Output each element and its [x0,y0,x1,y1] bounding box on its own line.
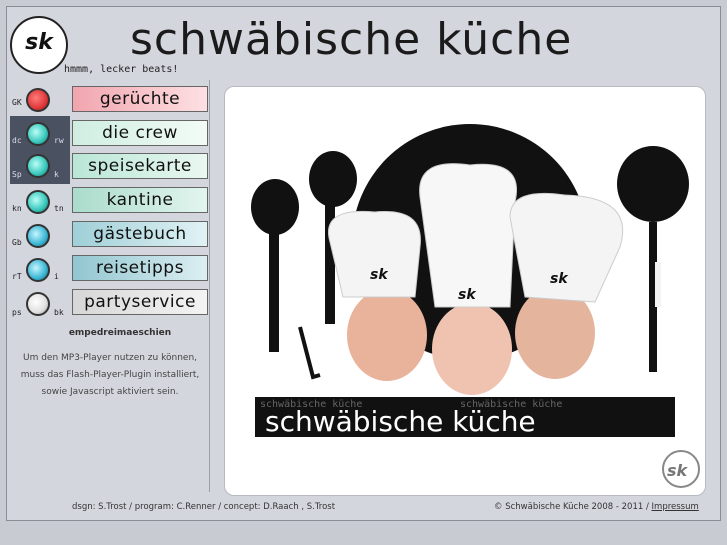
knob-label: bk [54,308,64,317]
banner-illustration: sk sk sk schwäbische küche schwäbische k… [251,124,700,488]
knob-label: GK [12,98,22,107]
knob-white[interactable] [26,292,50,316]
pan-icon [617,146,689,372]
knob-label: Sp [12,170,22,179]
knob-row-geruechte: GK [10,82,70,116]
site-logo[interactable]: sk [10,16,68,74]
player-title: empedreimaeschien [68,328,172,338]
impressum-link[interactable]: Impressum [652,502,699,512]
nav-gaestebuch[interactable]: gästebuch [72,221,208,247]
knob-row-gaestebuch: Gb [10,218,70,252]
nav-die-crew[interactable]: die crew [72,120,208,146]
nav-partyservice[interactable]: partyservice [72,289,208,315]
knob-label: ps [12,308,22,317]
nav-geruechte[interactable]: gerüchte [72,86,208,112]
knob-label: Gb [12,238,22,247]
knob-red[interactable] [26,88,50,112]
knob-label: i [54,272,59,281]
knob-teal[interactable] [26,190,50,214]
copyright-text: © Schwäbische Küche 2008 - 2011 / [494,502,649,512]
footer-credits: dsgn: S.Trost / program: C.Renner / conc… [72,502,336,512]
banner-title: schwäbische küche [265,405,536,438]
knob-label: rT [12,272,22,281]
knob-label: rw [54,136,64,145]
site-title: schwäbische küche [130,14,573,65]
knob-row-reisetipps: rT i [10,252,70,286]
tagline: hmmm, lecker beats! [64,64,179,75]
knob-label: dc [12,136,22,145]
knob-row-crew: dc rw Sp k [10,116,70,184]
chef-hat-left [328,210,421,298]
chef-face-left [347,289,427,381]
nav-speisekarte[interactable]: speisekarte [72,153,208,179]
logo-text: sk [25,30,53,55]
knob-row-kantine: kn tn [10,184,70,218]
corner-logo-text: sk [667,461,689,480]
main-banner: sk sk sk schwäbische küche schwäbische k… [224,86,706,496]
knob-teal[interactable] [26,122,50,146]
knob-teal[interactable] [26,154,50,178]
chef-face-middle [432,303,512,395]
hat-logo: sk [370,267,389,283]
knob-label: kn [12,204,22,213]
knob-blue[interactable] [26,224,50,248]
player-note: Um den MP3-Player nutzen zu können, muss… [20,353,200,397]
knob-blue[interactable] [26,258,50,282]
knob-row-partyservice: ps bk [10,286,70,320]
chef-hat-middle [419,163,517,308]
hat-logo: sk [550,271,569,287]
nav-kantine[interactable]: kantine [72,187,208,213]
knob-label: tn [54,204,64,213]
knob-label: k [54,170,59,179]
nav-reisetipps[interactable]: reisetipps [72,255,208,281]
hat-logo: sk [458,287,477,303]
footer-copyright: © Schwäbische Küche 2008 - 2011 / Impres… [494,502,699,512]
